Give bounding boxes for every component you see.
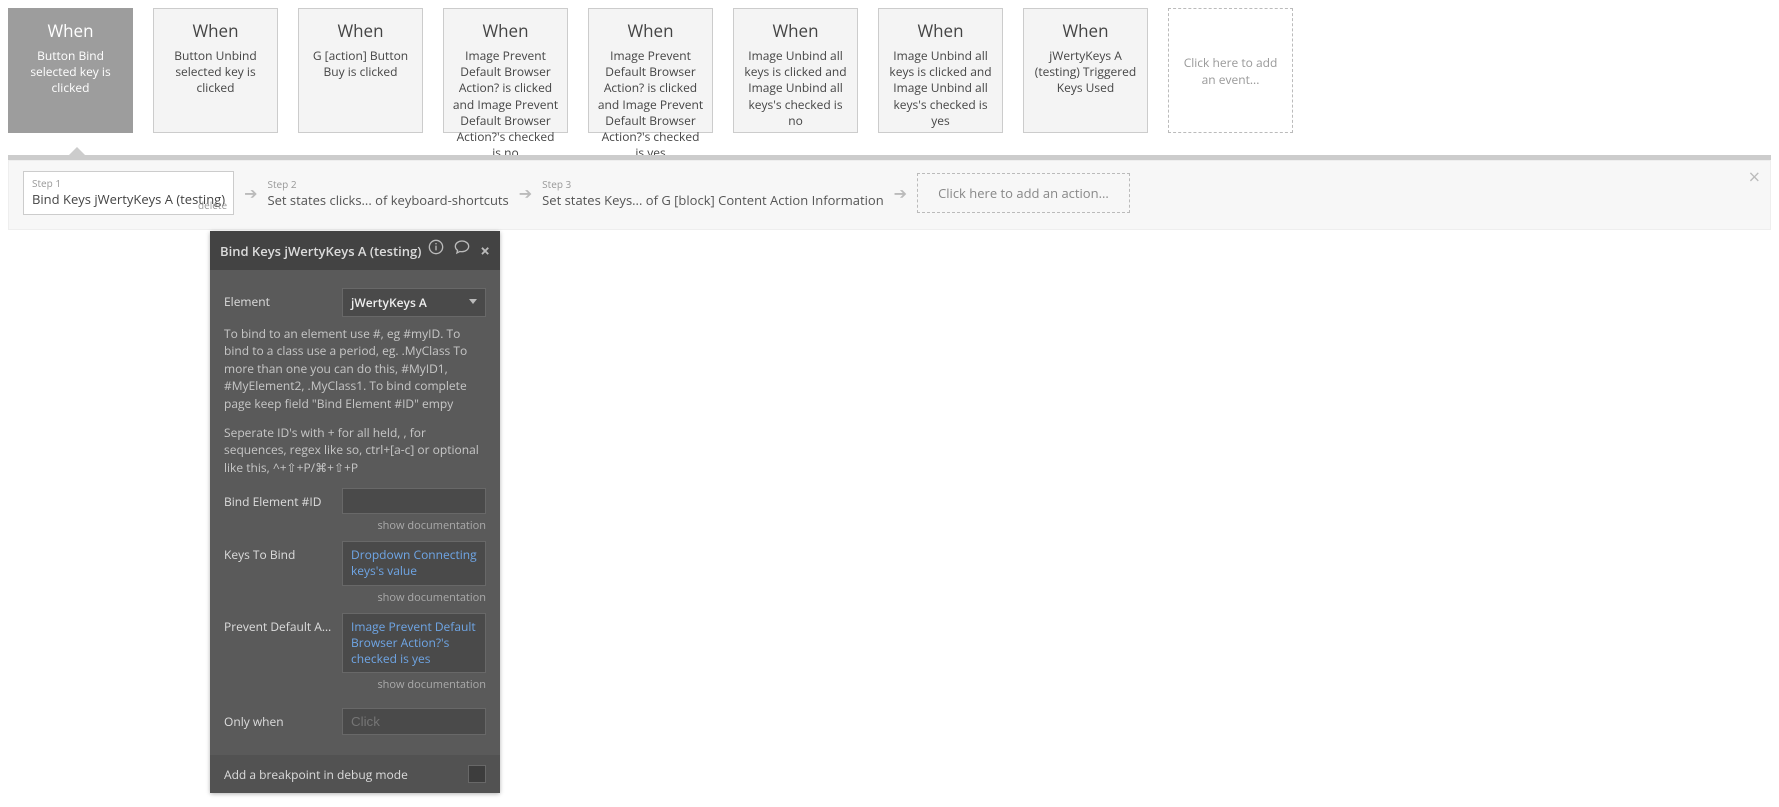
step-card[interactable]: Step 3 Set states Keys... of G [block] C… xyxy=(542,177,884,209)
panel-header[interactable]: Bind Keys jWertyKeys A (testing) × xyxy=(210,231,500,270)
event-desc: jWertyKeys A (testing) Triggered Keys Us… xyxy=(1032,48,1139,97)
event-desc: Image Unbind all keys is clicked and Ima… xyxy=(887,48,994,129)
event-card[interactable]: When Button Bind selected key is clicked xyxy=(8,8,133,133)
events-row: When Button Bind selected key is clicked… xyxy=(8,8,1771,143)
close-icon[interactable]: × xyxy=(1749,167,1760,187)
info-icon[interactable] xyxy=(428,239,444,262)
event-desc: Image Prevent Default Browser Action? is… xyxy=(452,48,559,161)
dynamic-expression: Dropdown Connecting keys's value xyxy=(351,546,477,579)
when-label: When xyxy=(1062,19,1108,42)
step-card[interactable]: Step 1 Bind Keys jWertyKeys A (testing) … xyxy=(23,171,234,215)
panel-footer: Add a breakpoint in debug mode xyxy=(210,755,500,793)
step-number: Step 2 xyxy=(267,177,508,191)
prevent-default-label: Prevent Default Actio xyxy=(224,613,334,635)
bind-element-input[interactable] xyxy=(342,488,486,514)
event-card[interactable]: When Image Prevent Default Browser Actio… xyxy=(443,8,568,133)
steps-row: Step 1 Bind Keys jWertyKeys A (testing) … xyxy=(23,171,1756,215)
keys-to-bind-row: Keys To Bind Dropdown Connecting keys's … xyxy=(224,541,486,604)
help-text: To bind to an element use #, eg #myID. T… xyxy=(224,325,486,412)
when-label: When xyxy=(627,19,673,42)
event-card[interactable]: When G [action] Button Buy is clicked xyxy=(298,8,423,133)
arrow-right-icon: ➔ xyxy=(519,182,532,204)
when-label: When xyxy=(772,19,818,42)
event-card[interactable]: When jWertyKeys A (testing) Triggered Ke… xyxy=(1023,8,1148,133)
when-label: When xyxy=(482,19,528,42)
step-title: Set states clicks... of keyboard-shortcu… xyxy=(267,191,508,209)
when-label: When xyxy=(47,19,93,42)
delete-step-button[interactable]: delete xyxy=(198,198,227,212)
event-card[interactable]: When Image Prevent Default Browser Actio… xyxy=(588,8,713,133)
element-value: jWertyKeys A xyxy=(351,294,427,311)
only-when-input[interactable] xyxy=(342,708,486,735)
help-text: Seperate ID's with + for all held, , for… xyxy=(224,424,486,476)
step-title: Set states Keys... of G [block] Content … xyxy=(542,191,884,209)
element-select[interactable]: jWertyKeys A xyxy=(342,288,486,317)
bind-element-label: Bind Element #ID xyxy=(224,488,334,510)
steps-area: × Step 1 Bind Keys jWertyKeys A (testing… xyxy=(8,160,1771,230)
dynamic-expression: Image Prevent Default Browser Action?'s … xyxy=(351,618,476,667)
action-property-panel: Bind Keys jWertyKeys A (testing) × Eleme… xyxy=(210,231,500,793)
event-desc: Button Unbind selected key is clicked xyxy=(162,48,269,97)
prevent-default-input[interactable]: Image Prevent Default Browser Action?'s … xyxy=(342,613,486,674)
show-documentation-link[interactable]: show documentation xyxy=(342,518,486,533)
keys-to-bind-label: Keys To Bind xyxy=(224,541,334,563)
breakpoint-checkbox[interactable] xyxy=(468,765,486,783)
step-title: Bind Keys jWertyKeys A (testing) xyxy=(32,190,225,208)
event-desc: Image Unbind all keys is clicked and Ima… xyxy=(742,48,849,129)
only-when-row: Only when xyxy=(224,708,486,735)
add-event-label: Click here to add an event... xyxy=(1179,54,1282,88)
keys-to-bind-input[interactable]: Dropdown Connecting keys's value xyxy=(342,541,486,585)
panel-header-icons: × xyxy=(428,239,490,262)
only-when-label: Only when xyxy=(224,708,334,730)
panel-body: Element jWertyKeys A To bind to an eleme… xyxy=(210,270,500,755)
breakpoint-label: Add a breakpoint in debug mode xyxy=(224,766,408,783)
step-card[interactable]: Step 2 Set states clicks... of keyboard-… xyxy=(267,177,508,209)
when-label: When xyxy=(192,19,238,42)
show-documentation-link[interactable]: show documentation xyxy=(342,677,486,692)
when-label: When xyxy=(917,19,963,42)
comment-icon[interactable] xyxy=(454,239,470,262)
step-number: Step 3 xyxy=(542,177,884,191)
event-desc: Image Prevent Default Browser Action? is… xyxy=(597,48,704,161)
event-card[interactable]: When Image Unbind all keys is clicked an… xyxy=(733,8,858,133)
event-card[interactable]: When Button Unbind selected key is click… xyxy=(153,8,278,133)
add-action-button[interactable]: Click here to add an action... xyxy=(917,173,1130,213)
add-action-label: Click here to add an action... xyxy=(938,184,1109,202)
when-label: When xyxy=(337,19,383,42)
add-event-button[interactable]: Click here to add an event... xyxy=(1168,8,1293,133)
prevent-default-row: Prevent Default Actio Image Prevent Defa… xyxy=(224,613,486,693)
event-desc: Button Bind selected key is clicked xyxy=(17,48,124,97)
event-desc: G [action] Button Buy is clicked xyxy=(307,48,414,80)
event-card[interactable]: When Image Unbind all keys is clicked an… xyxy=(878,8,1003,133)
panel-title: Bind Keys jWertyKeys A (testing) xyxy=(220,242,421,260)
arrow-right-icon: ➔ xyxy=(894,182,907,204)
element-label: Element xyxy=(224,288,334,310)
step-number: Step 1 xyxy=(32,176,225,190)
show-documentation-link[interactable]: show documentation xyxy=(342,590,486,605)
arrow-right-icon: ➔ xyxy=(244,182,257,204)
bind-element-row: Bind Element #ID show documentation xyxy=(224,488,486,533)
element-row: Element jWertyKeys A xyxy=(224,288,486,317)
close-icon[interactable]: × xyxy=(480,239,490,262)
